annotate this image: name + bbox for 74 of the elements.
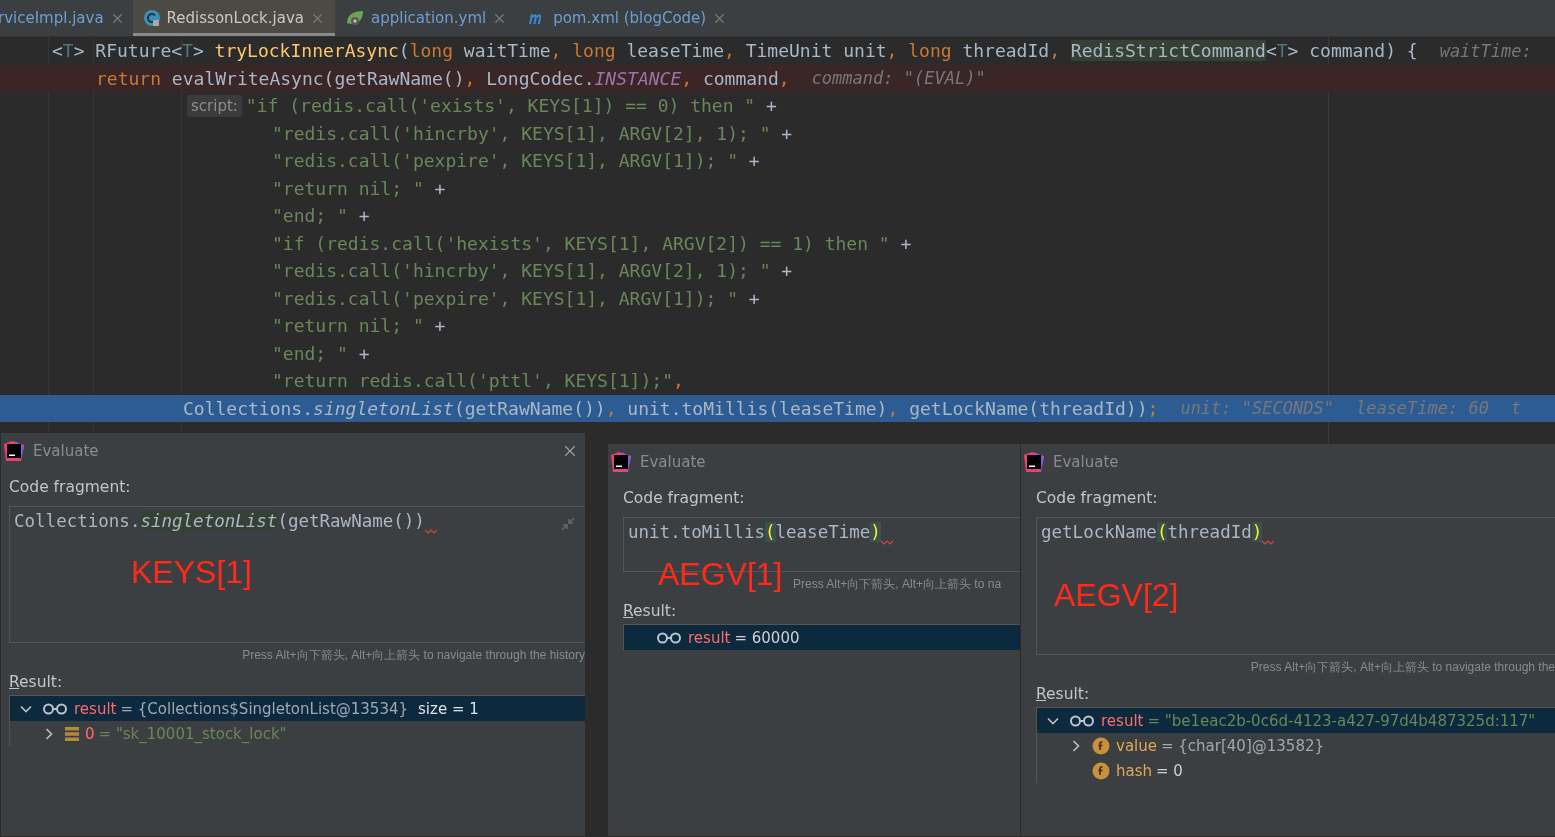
code-text: "end; " +	[272, 205, 370, 227]
code-text: "redis.call('pexpire', KEYS[1], ARGV[1]); " +	[272, 287, 760, 309]
tab-label: rviceImpl.java	[0, 9, 104, 27]
leaf-icon	[345, 9, 365, 27]
chevron-right-icon[interactable]	[43, 727, 55, 740]
code-text: Collections.singletonList(getRawName()), unit.toMillis(leaseTime), getLockName(threadId));	[183, 397, 1159, 419]
dialog-title: Evaluate	[640, 453, 707, 471]
result-label: Result:	[623, 601, 678, 622]
result-row[interactable]: result = {Collections$SingletonList@13534} size = 1	[10, 696, 585, 721]
inlay-hint: command: "(EVAL)"	[811, 68, 986, 89]
field-label: Code fragment:	[9, 477, 132, 498]
size-text: size = 1	[418, 699, 479, 718]
parameter-hint: script:	[187, 94, 242, 117]
tab-label: pom.xml (blogCode)	[553, 9, 707, 27]
variable-value: = {char[40]@13582}	[1161, 736, 1325, 755]
variable-name: result	[1101, 711, 1144, 730]
glasses-icon	[656, 631, 682, 644]
code-text: "redis.call('pexpire', KEYS[1], ARGV[1]); " +	[272, 150, 760, 172]
inlay-hint: t	[1511, 398, 1522, 419]
result-row[interactable]: 0 = "sk_10001_stock_lock"	[10, 721, 585, 746]
inlay-hint: unit: "SECONDS"	[1180, 398, 1334, 419]
variable-value: = "sk_10001_stock_lock"	[98, 724, 287, 743]
error-squiggle-icon	[880, 539, 893, 545]
code-text: return evalWriteAsync(getRawName(), LongCodec.INSTANCE, command,	[96, 67, 790, 89]
code-text: "redis.call('hincrby', KEYS[1], ARGV[2], 1); " +	[272, 260, 793, 282]
code-text: "return nil; " +	[272, 177, 446, 199]
class-icon	[142, 9, 161, 27]
variable-name: value	[1116, 736, 1157, 755]
field-icon	[1092, 761, 1110, 780]
variable-name: hash	[1116, 761, 1153, 780]
variable-value: = 60000	[734, 628, 800, 647]
dialog-title: Evaluate	[1053, 453, 1120, 471]
result-label: Result:	[1036, 684, 1091, 705]
code-text: "redis.call('hincrby', KEYS[1], ARGV[2], 1); " +	[272, 122, 793, 144]
result-row[interactable]: result = 60000	[624, 625, 1020, 650]
field-label: Code fragment:	[623, 488, 746, 509]
code-text: "if (redis.call('hexists', KEYS[1], ARGV[2]) == 1) then " +	[272, 232, 912, 254]
code-text: "return nil; " +	[272, 315, 446, 337]
result-row[interactable]: hash = 0	[1037, 758, 1555, 783]
editor-tab[interactable]: pom.xml (blogCode)	[517, 0, 738, 36]
result-label: Result:	[9, 672, 64, 693]
code-text: "return redis.call('pttl', KEYS[1]);",	[272, 370, 684, 392]
inlay-hint: waitTime:	[1439, 40, 1532, 61]
field-icon	[1092, 736, 1110, 755]
inlay-hint: leaseTime: 60	[1355, 398, 1489, 419]
app-logo-icon	[610, 451, 632, 473]
code-text: "end; " +	[272, 342, 370, 364]
tab-label: application.yml	[371, 9, 487, 27]
variable-value: = 0	[1156, 761, 1183, 780]
variable-name: result	[688, 628, 731, 647]
array-icon	[65, 726, 79, 741]
app-logo-icon	[1023, 451, 1045, 473]
field-label: Code fragment:	[1036, 488, 1159, 509]
variable-value: = {Collections$SingletonList@13534}	[120, 699, 409, 718]
annotation-label: AEGV[2]	[1054, 579, 1179, 611]
code-text: <T> RFuture<T> tryLockInnerAsync(long waitTime, long leaseTime, TimeUnit unit, long threadId, RedisStrictCommand<T> command) {	[52, 40, 1418, 62]
variable-name: 0	[85, 724, 95, 743]
tab-label: RedissonLock.java	[166, 9, 304, 27]
result-row[interactable]: value = {char[40]@13582}	[1037, 733, 1555, 758]
result-row[interactable]: result = "be1eac2b-0c6d-4123-a427-97d4b487325d:117"	[1037, 708, 1555, 733]
code-text: "if (redis.call('exists', KEYS[1]) == 0) then " +	[245, 95, 777, 117]
editor-tab[interactable]: RedissonLock.java	[132, 0, 335, 36]
app-logo-icon	[3, 440, 25, 462]
glasses-icon	[42, 702, 68, 715]
glasses-icon	[1069, 714, 1095, 727]
annotation-label: KEYS[1]	[131, 556, 252, 588]
editor-tab[interactable]: rviceImpl.java	[0, 0, 133, 36]
dialog-title: Evaluate	[33, 442, 100, 460]
variable-value: = "be1eac2b-0c6d-4123-a427-97d4b487325d:117"	[1147, 711, 1536, 730]
error-squiggle-icon	[424, 528, 437, 534]
variable-name: result	[74, 699, 117, 718]
error-squiggle-icon	[1262, 539, 1275, 545]
chevron-right-icon[interactable]	[1070, 739, 1082, 752]
editor-tab[interactable]: application.yml	[335, 0, 518, 36]
